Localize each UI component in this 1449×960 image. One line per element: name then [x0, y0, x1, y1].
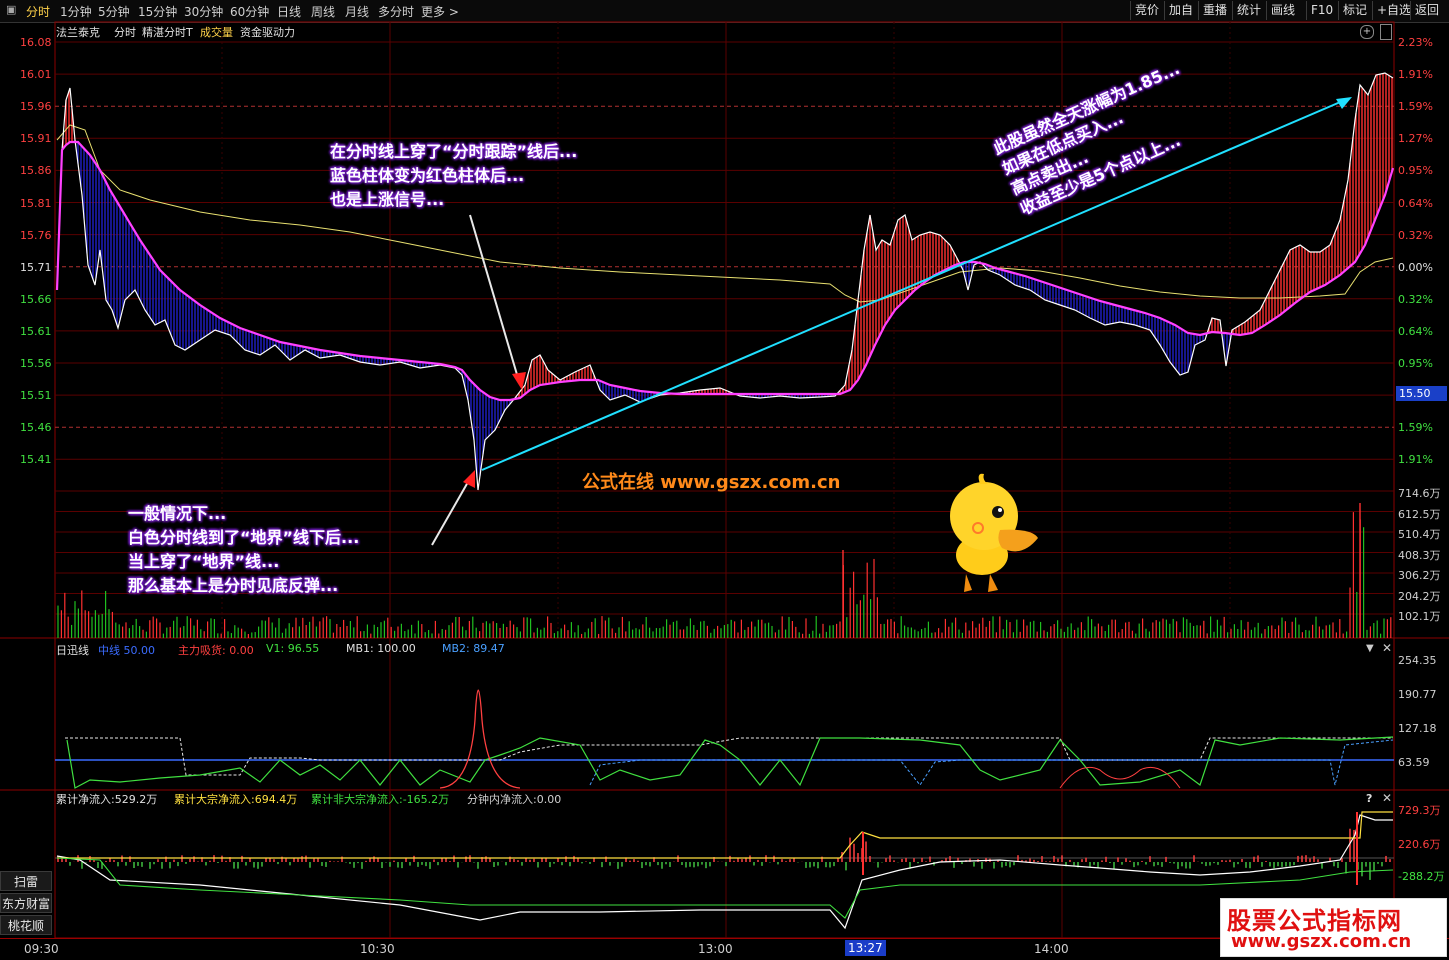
annotation-line: 在分时线上穿了“分时跟踪”线后...	[330, 142, 578, 161]
cursor-time-tag: 13:27	[845, 940, 886, 956]
price-label: 15.51	[20, 389, 52, 403]
cumulative-block-netflow-line	[57, 811, 1393, 859]
price-label: 15.91	[20, 132, 52, 146]
v1-line	[66, 736, 1394, 789]
volume-label: 510.4万	[1398, 528, 1441, 541]
volume-label: 612.5万	[1398, 507, 1441, 521]
side-button-eastmoney[interactable]: 东方财富	[0, 893, 52, 913]
annotation-line: 一般情况下...	[128, 504, 227, 523]
price-label: 15.81	[20, 196, 52, 210]
percent-label: 1.91%	[1398, 68, 1433, 82]
main-absorb-line	[1059, 766, 1181, 789]
indicator1-label: 127.18	[1398, 722, 1437, 735]
annotation-line: 也是上涨信号...	[330, 190, 445, 209]
price-label: 15.71	[20, 260, 52, 274]
percent-label: 0.64%	[1398, 324, 1433, 338]
percent-label: 1.59%	[1398, 100, 1433, 114]
indicator1-param: MB1: 100.00	[346, 642, 416, 655]
volume-label: 408.3万	[1398, 548, 1441, 562]
indicator1-param: 中线 50.00	[98, 644, 155, 657]
time-label-1300: 13:00	[698, 942, 733, 956]
price-label: 15.41	[20, 453, 52, 467]
indicator2-param: 累计净流入:529.2万	[56, 793, 158, 806]
indicator2-param: 累计大宗净流入:694.4万	[174, 793, 298, 806]
indicator2-close-icon[interactable]: ✕	[1382, 791, 1392, 805]
indicator1-param: V1: 96.55	[266, 642, 320, 655]
indicator2-param: 分钟内净流入:0.00	[467, 793, 562, 806]
annotation-line: 那么基本上是分时见底反弹...	[128, 576, 339, 595]
percent-label: 1.59%	[1398, 421, 1433, 435]
side-button-saolei[interactable]: 扫雷	[0, 871, 52, 891]
annotation-bottom-left: 一般情况下... 白色分时线到了“地界”线下后... 当上穿了“地界”线... …	[128, 502, 359, 598]
annotation-arrow-1	[469, 214, 519, 379]
annotation-line: 白色分时线到了“地界”线下后...	[128, 528, 360, 547]
percent-label: 1.91%	[1398, 453, 1433, 467]
price-label: 15.76	[20, 228, 52, 242]
indicator1-name[interactable]: 日迅线	[56, 642, 89, 658]
percent-label: 0.64%	[1398, 196, 1433, 210]
main-absorb-line	[439, 689, 521, 789]
indicator1-label: 254.35	[1398, 654, 1437, 667]
annotation-arrow-2-head	[463, 470, 475, 488]
indicator1-close-icon[interactable]: ✕	[1382, 641, 1392, 655]
indicator1-param: 主力吸货: 0.00	[178, 644, 254, 657]
volume-label: 102.1万	[1398, 610, 1441, 623]
price-label: 16.08	[20, 36, 52, 49]
duck-mascot-icon	[950, 473, 1038, 592]
price-label: 15.86	[20, 164, 52, 178]
indicator2-label: 220.6万	[1398, 838, 1441, 851]
annotation-top-middle: 在分时线上穿了“分时跟踪”线后... 蓝色柱体变为红色柱体后... 也是上涨信号…	[330, 140, 577, 212]
time-label-1400: 14:00	[1034, 942, 1069, 956]
percent-label: 0.95%	[1398, 357, 1433, 370]
indicator1-param: MB2: 89.47	[442, 642, 505, 655]
time-label-0930: 09:30	[24, 942, 59, 956]
percent-label: 2.23%	[1398, 36, 1433, 49]
indicator2-header: 累计净流入:529.2万 累计大宗净流入:694.4万 累计非大宗净流入:-165.…	[56, 791, 956, 806]
mb2-line	[589, 739, 1394, 786]
price-label: 15.46	[20, 421, 52, 435]
side-button-taohuashun[interactable]: 桃花顺	[0, 915, 52, 935]
price-label: 15.61	[20, 324, 52, 338]
price-label: 15.96	[20, 100, 52, 114]
percent-label: 0.32%	[1398, 292, 1433, 306]
volume-label: 204.2万	[1398, 589, 1441, 603]
volume-label: 306.2万	[1398, 569, 1441, 582]
price-label: 15.66	[20, 292, 52, 306]
percent-label: 0.32%	[1398, 228, 1433, 242]
indicator1-label: 190.77	[1398, 688, 1437, 701]
price-label: 15.56	[20, 357, 52, 370]
annotation-line: 当上穿了“地界”线...	[128, 552, 280, 571]
help-icon[interactable]: ?	[1366, 792, 1372, 805]
indicator1-label: 63.59	[1398, 756, 1430, 769]
percent-label: 0.95%	[1398, 164, 1433, 178]
percent-label: 0.00%	[1398, 260, 1433, 274]
current-price-tag: 15.50	[1396, 386, 1447, 401]
trend-arrow-head	[1336, 97, 1352, 109]
average-price-line	[56, 124, 1394, 303]
indicator2-label: 729.3万	[1398, 804, 1441, 817]
watermark-center: 公式在线 www.gszx.com.cn	[582, 472, 841, 493]
time-label-1030: 10:30	[360, 942, 395, 956]
track-line	[55, 140, 1395, 402]
trend-arrow-line	[481, 99, 1346, 471]
corner-watermark: 股票公式指标网 www.gszx.com.cn	[1220, 898, 1447, 957]
indicator2-label: -288.2万	[1398, 870, 1445, 883]
volume-label: 714.6万	[1398, 487, 1441, 500]
indicator2-param: 累计非大宗净流入:-165.2万	[311, 793, 450, 806]
mb1-line	[65, 737, 1393, 776]
annotation-line: 蓝色柱体变为红色柱体后...	[330, 166, 525, 185]
cumulative-netflow-line	[56, 814, 1393, 930]
percent-label: 1.27%	[1398, 132, 1433, 146]
indicator1-menu-icon[interactable]: ▼	[1366, 643, 1374, 654]
corner-watermark-url: www.gszx.com.cn	[1231, 931, 1412, 952]
price-label: 16.01	[20, 68, 52, 82]
